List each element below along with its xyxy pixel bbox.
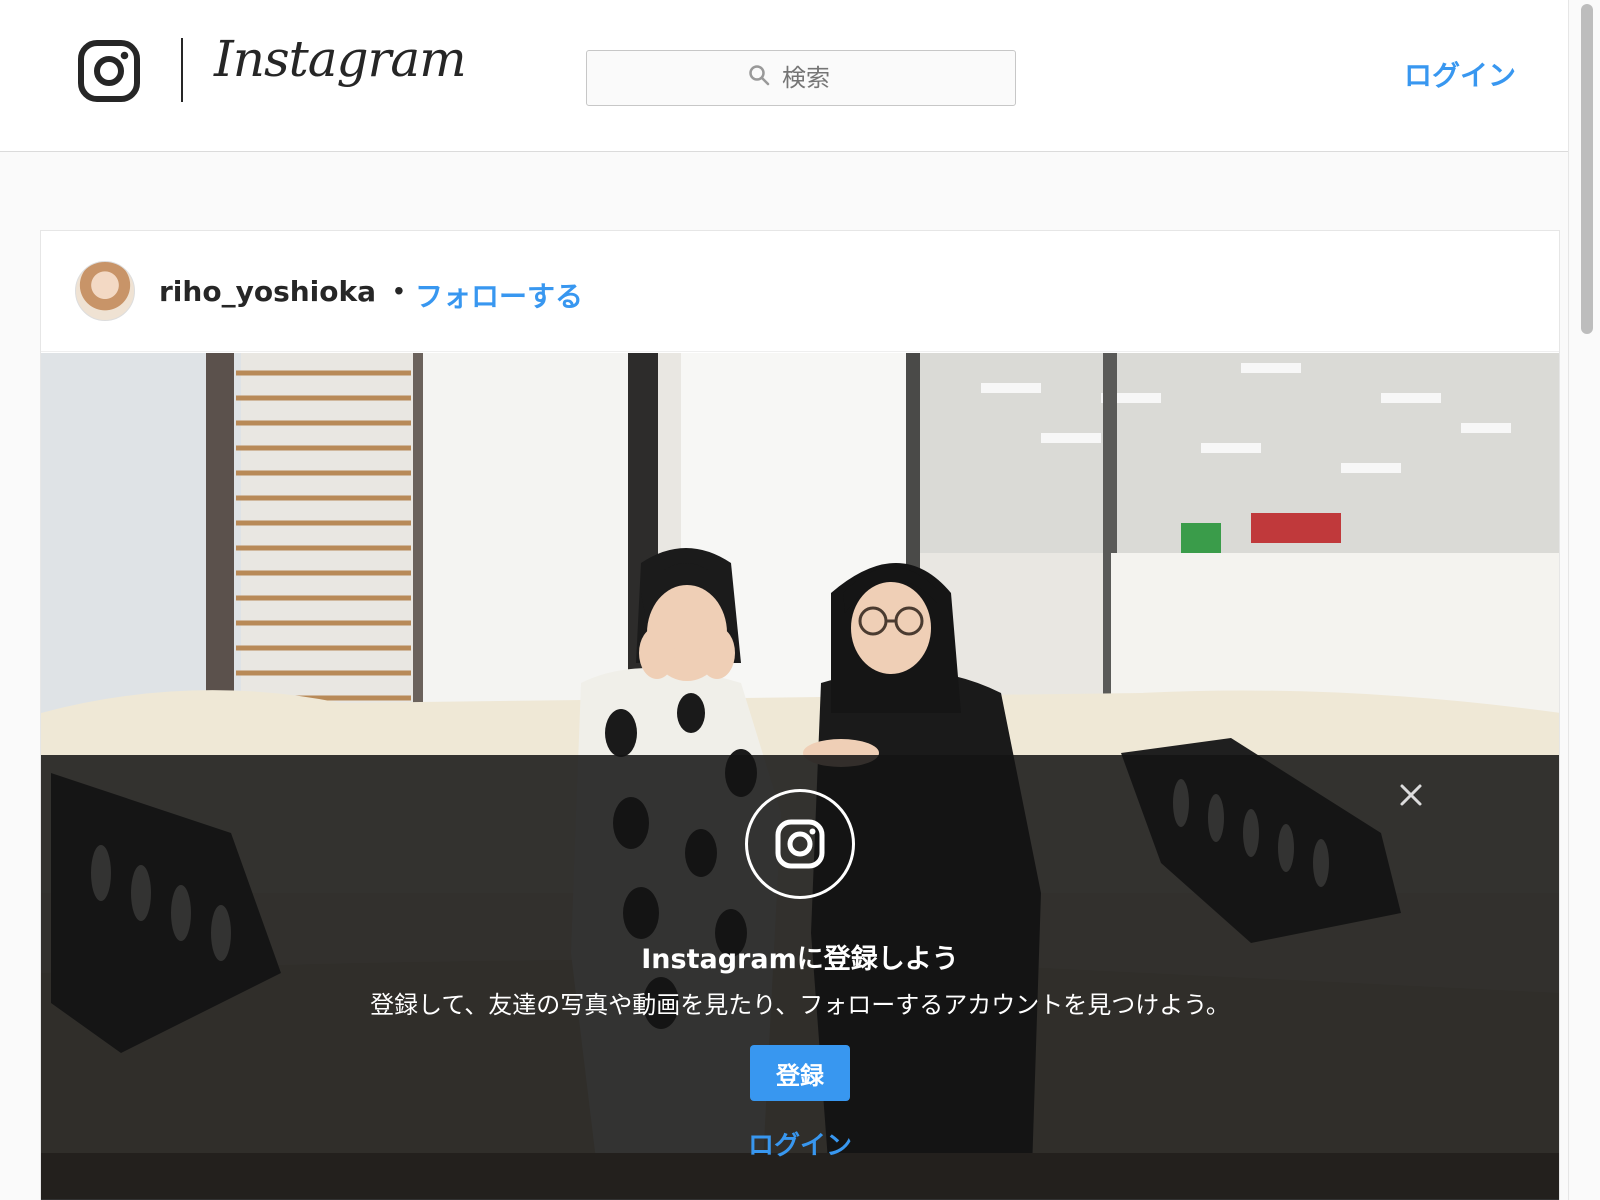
instagram-camera-icon [745,789,855,899]
search-input[interactable] [780,63,854,93]
signup-title: Instagramに登録しよう [641,944,959,975]
signup-description: 登録して、友達の写真や動画を見たり、フォローするアカウントを見つけよう。 [370,991,1230,1019]
search-icon [748,64,770,93]
signup-banner: Instagramに登録しよう 登録して、友達の写真や動画を見たり、フォローする… [41,755,1559,1200]
scrollbar-thumb[interactable] [1581,4,1593,334]
top-navigation-bar: Instagram ログイン [0,0,1568,152]
search-box[interactable] [586,50,1016,106]
close-icon[interactable] [1393,777,1429,813]
avatar[interactable] [75,261,135,321]
signup-button[interactable]: 登録 [750,1045,850,1101]
follow-button[interactable]: フォローする [415,275,583,315]
username-separator: • [394,275,404,306]
banner-login-link[interactable]: ログイン [41,1125,1559,1162]
instagram-wordmark[interactable]: Instagram [214,30,467,88]
header-login-link[interactable]: ログイン [1404,54,1516,94]
logo-divider [181,38,183,102]
instagram-camera-icon[interactable] [78,40,140,107]
post-username[interactable]: riho_yoshioka [159,275,376,308]
post-header: riho_yoshioka • フォローする [41,231,1559,352]
